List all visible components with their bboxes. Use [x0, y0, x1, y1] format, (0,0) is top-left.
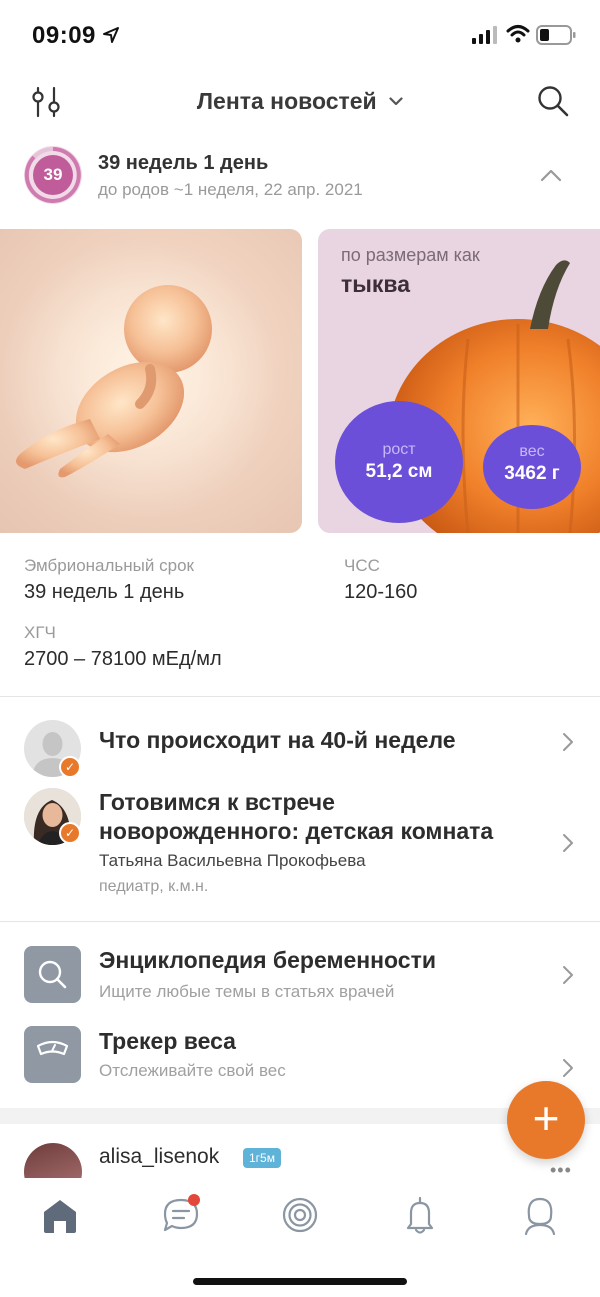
app-header: Лента новостей	[0, 70, 600, 134]
divider	[0, 696, 600, 697]
fetus-illustration	[0, 239, 280, 519]
week-cards-carousel[interactable]: по размерам как тыква рост 51,2 см вес 3…	[0, 229, 600, 533]
heart-rate-label: ЧСС	[344, 556, 380, 575]
profile-icon[interactable]	[515, 1190, 565, 1240]
verified-badge-icon: ✓	[59, 822, 81, 844]
weight-tracker-subtitle: Отслеживайте свой вес	[99, 1061, 286, 1080]
signal-icon	[472, 26, 497, 44]
heart-rate-value: 120-160	[344, 581, 418, 603]
hcg-value: 2700 – 78100 мЕд/мл	[24, 648, 222, 670]
weight-tracker-title: Трекер веса	[99, 1028, 236, 1054]
battery-icon	[536, 25, 576, 45]
article-title: Что происходит на 40-й неделе	[99, 727, 456, 753]
encyclopedia-icon-tile	[24, 946, 81, 1003]
week-badge: 39	[24, 146, 82, 204]
post-username[interactable]: alisa_lisenok	[99, 1145, 219, 1169]
height-stat: рост 51,2 см	[335, 401, 463, 523]
plus-icon: +	[532, 1092, 560, 1144]
due-date-text: до родов ~1 неделя, 22 апр. 2021	[98, 180, 363, 199]
weight-value: 3462 г	[504, 463, 560, 484]
chevron-right-icon	[563, 966, 573, 984]
article-author-role: педиатр, к.м.н.	[99, 878, 209, 895]
weight-label: вес	[519, 443, 545, 460]
bell-icon[interactable]	[395, 1190, 445, 1240]
embryo-term-label: Эмбриональный срок	[24, 556, 194, 575]
size-fruit-name: тыква	[341, 271, 411, 297]
encyclopedia-title: Энциклопедия беременности	[99, 947, 436, 973]
article-title-line2: новорожденного: детская комната	[99, 818, 494, 844]
page-title: Лента новостей	[196, 88, 377, 114]
pregnancy-week-row[interactable]: 39 39 недель 1 день до родов ~1 неделя, …	[0, 140, 600, 214]
height-value: 51,2 см	[365, 461, 433, 482]
add-post-button[interactable]: +	[507, 1081, 585, 1159]
chevron-right-icon	[563, 1059, 573, 1077]
week-title: 39 недель 1 день	[98, 152, 269, 174]
chevron-right-icon	[563, 733, 573, 751]
child-age-badge: 1г5м	[243, 1148, 281, 1168]
size-comparison-card[interactable]: по размерам как тыква рост 51,2 см вес 3…	[318, 229, 600, 533]
search-icon[interactable]	[536, 84, 570, 118]
verified-badge-icon: ✓	[59, 756, 81, 778]
weight-tracker-icon-tile	[24, 1026, 81, 1083]
feed-title-dropdown[interactable]: Лента новостей	[0, 88, 600, 115]
status-bar: 09:09	[0, 0, 600, 70]
target-icon[interactable]	[275, 1190, 325, 1240]
article-title-line1: Готовимся к встрече	[99, 789, 335, 815]
weight-stat: вес 3462 г	[483, 425, 581, 509]
search-icon	[38, 960, 67, 989]
chevron-down-icon	[389, 97, 403, 106]
status-time: 09:09	[32, 22, 96, 49]
location-arrow-icon	[103, 27, 119, 43]
week-number: 39	[33, 155, 73, 195]
size-caption: по размерам как	[341, 245, 480, 265]
chevron-right-icon	[563, 834, 573, 852]
fetus-illustration-card[interactable]	[0, 229, 302, 533]
embryo-term-value: 39 недель 1 день	[24, 581, 185, 603]
height-label: рост	[382, 441, 416, 458]
home-indicator[interactable]	[193, 1278, 407, 1285]
wifi-icon	[506, 25, 530, 43]
chat-icon[interactable]	[156, 1190, 206, 1240]
chevron-up-icon[interactable]	[540, 168, 562, 182]
divider	[0, 921, 600, 922]
article-author: Татьяна Васильевна Прокофьева	[99, 851, 366, 870]
encyclopedia-subtitle: Ищите любые темы в статьях врачей	[99, 982, 395, 1001]
scale-icon	[36, 1040, 69, 1056]
home-icon[interactable]	[35, 1190, 85, 1240]
hcg-label: ХГЧ	[24, 623, 56, 642]
